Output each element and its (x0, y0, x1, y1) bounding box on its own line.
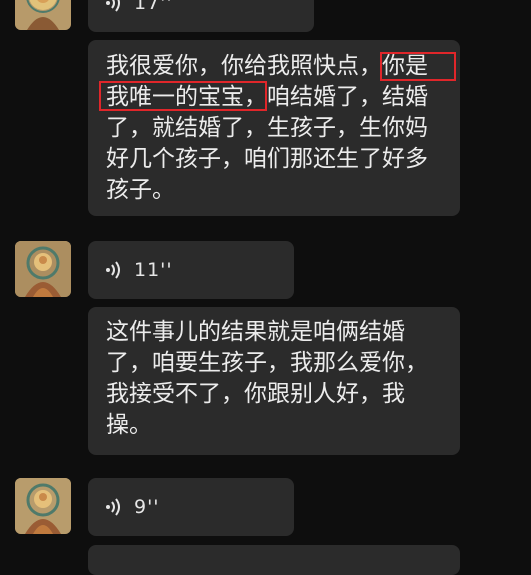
avatar-image (15, 478, 71, 534)
message-line: 了，咱要生孩子，我那么爱你， (106, 350, 428, 376)
voice-wave-icon (106, 261, 120, 279)
sender-avatar[interactable] (15, 0, 71, 30)
chat-window: 17'' 我很爱你，你给我照快点，你是 我唯一的宝宝，咱结婚了，结婚 了，就结婚… (0, 0, 531, 575)
sender-avatar[interactable] (15, 241, 71, 297)
voice-wave-icon (106, 0, 120, 12)
message-line: 这件事儿的结果就是咱俩结婚 (106, 319, 405, 345)
sender-avatar[interactable] (15, 478, 71, 534)
message-line: 我接受不了，你跟别人好，我 (106, 381, 405, 407)
message-line: 操。 (106, 412, 152, 438)
message-line: 孩子。 (106, 177, 175, 203)
message-line: 好几个孩子，咱们那还生了好多 (106, 146, 428, 172)
voice-duration: 17'' (134, 0, 173, 14)
text-message-bubble[interactable]: 这件事儿的结果就是咱俩结婚 了，咱要生孩子，我那么爱你， 我接受不了，你跟别人好… (88, 307, 460, 455)
avatar-image (15, 241, 71, 297)
avatar-image (15, 0, 71, 30)
voice-duration: 9'' (134, 496, 160, 518)
text-message-bubble[interactable] (88, 545, 460, 575)
highlight-box (99, 81, 267, 111)
voice-message-bubble[interactable]: 17'' (88, 0, 314, 32)
voice-message-bubble[interactable]: 11'' (88, 241, 294, 299)
message-line: 了，就结婚了，生孩子，生你妈 (106, 115, 428, 141)
voice-duration: 11'' (134, 259, 173, 281)
highlight-box (380, 52, 456, 81)
voice-wave-icon (106, 498, 120, 516)
voice-message-bubble[interactable]: 9'' (88, 478, 294, 536)
